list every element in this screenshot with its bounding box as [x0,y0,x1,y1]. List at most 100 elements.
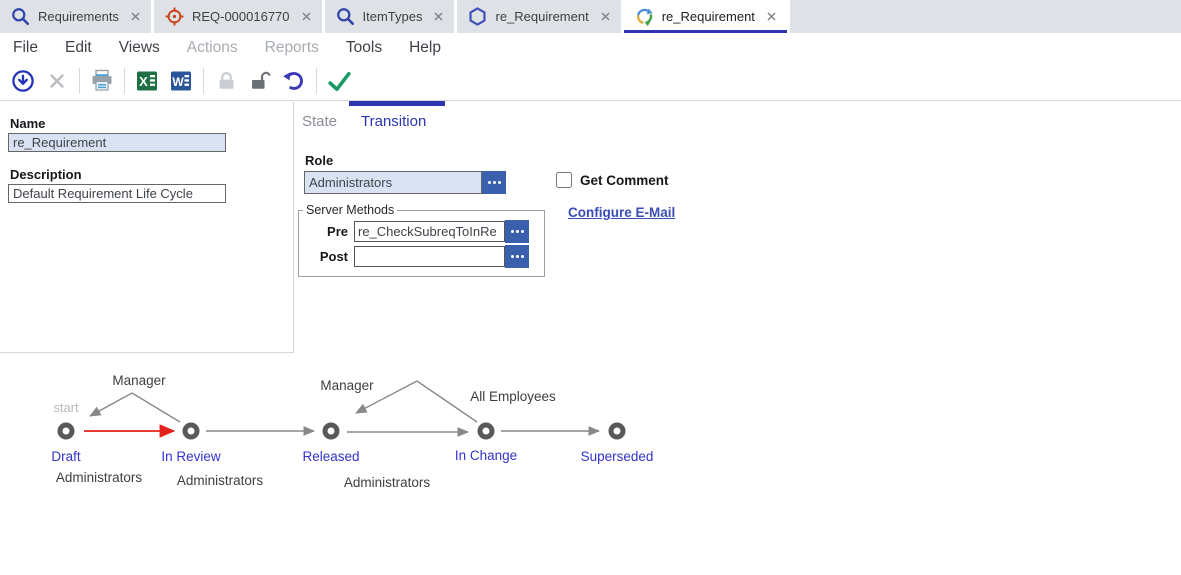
transition-tab-indicator [349,101,445,106]
unlock-icon [248,69,273,94]
state-node-inchange[interactable] [480,425,492,437]
role-picker-button[interactable] [482,171,506,194]
print-icon [89,68,115,94]
role-field-row [304,171,506,194]
transition-label-manager-2: Manager [320,378,374,393]
svg-text:W: W [172,75,184,89]
state-role-released: Administrators [344,475,431,490]
menu-help[interactable]: Help [409,39,441,57]
search-icon [10,6,31,27]
svg-text:X: X [139,74,148,89]
ellipsis-icon [511,230,524,233]
menu-edit[interactable]: Edit [65,39,92,57]
hexagon-icon [467,6,488,27]
state-label-draft: Draft [51,449,81,464]
cancel-icon [47,71,67,91]
undo-button[interactable] [277,66,311,96]
excel-icon: X [135,69,159,93]
done-icon [326,68,353,95]
post-method-row: Post [299,245,540,268]
toolbar-separator [79,68,80,94]
tab-strip-empty-space [790,0,1181,33]
tab-label: ItemTypes [363,9,423,24]
post-label: Post [299,249,354,264]
target-icon [164,6,185,27]
done-button[interactable] [322,66,356,96]
tab-label: re_Requirement [662,9,755,24]
state-label-inreview: In Review [161,449,221,464]
lock-icon [214,69,239,94]
export-excel-button[interactable]: X [130,66,164,96]
lifecycle-icon [634,6,655,27]
pre-label: Pre [299,224,354,239]
state-node-superseded[interactable] [611,425,623,437]
state-node-inreview[interactable] [185,425,197,437]
pre-method-input[interactable] [354,221,505,242]
state-node-released[interactable] [325,425,337,437]
toolbar-separator [203,68,204,94]
tab-re-requirement-lifecycle[interactable]: re_Requirement [624,0,790,33]
description-input[interactable] [8,184,226,203]
search-icon [335,6,356,27]
tab-label: REQ-000016770 [192,9,290,24]
toolbar-separator [124,68,125,94]
transition-label-all-employees: All Employees [470,389,556,404]
state-label-released: Released [302,449,359,464]
ellipsis-icon [488,181,501,184]
menu-file[interactable]: File [13,39,38,57]
get-comment-row: Get Comment [556,172,669,188]
name-label: Name [10,116,45,131]
transition-inchange-to-released[interactable] [356,381,477,422]
word-icon: W [169,69,193,93]
undo-icon [281,68,307,94]
state-label-inchange: In Change [455,448,517,463]
name-input[interactable] [8,133,226,152]
tab-itemtypes[interactable]: ItemTypes [325,0,458,33]
role-input[interactable] [304,171,482,194]
get-comment-checkbox[interactable] [556,172,572,188]
server-methods-group: Server Methods Pre Post [298,203,545,277]
export-word-button[interactable]: W [164,66,198,96]
get-comment-label: Get Comment [580,173,669,188]
close-icon[interactable] [765,10,778,23]
pre-method-picker-button[interactable] [505,220,529,243]
menu-reports: Reports [265,39,319,57]
close-icon[interactable] [432,10,445,23]
tab-requirements[interactable]: Requirements [0,0,154,33]
close-icon[interactable] [599,10,612,23]
state-label-superseded: Superseded [581,449,654,464]
ellipsis-icon [511,255,524,258]
tab-label: re_Requirement [495,9,588,24]
print-button[interactable] [85,66,119,96]
toolbar: X W [0,62,1181,101]
post-method-picker-button[interactable] [505,245,529,268]
state-node-draft[interactable] [60,425,72,437]
close-icon[interactable] [129,10,142,23]
state-role-draft: Administrators [56,470,143,485]
close-icon[interactable] [300,10,313,23]
tab-transition[interactable]: Transition [361,113,426,130]
state-role-inreview: Administrators [177,473,264,488]
tab-label: Requirements [38,9,119,24]
apply-icon [10,68,36,94]
menu-views[interactable]: Views [119,39,160,57]
apply-button[interactable] [6,66,40,96]
pre-method-row: Pre [299,220,540,243]
toolbar-separator [316,68,317,94]
description-label: Description [10,167,82,182]
tab-req-000016770[interactable]: REQ-000016770 [154,0,325,33]
tab-re-requirement-itemtype[interactable]: re_Requirement [457,0,623,33]
tab-state[interactable]: State [302,113,337,130]
transition-label-manager-1: Manager [112,373,166,388]
cancel-button [40,66,74,96]
tab-strip: Requirements REQ-000016770 ItemTypes re_… [0,0,1181,33]
lock-button [209,66,243,96]
server-methods-legend: Server Methods [303,203,397,217]
lifecycle-properties-pane: Name Description [0,102,294,353]
configure-email-link[interactable]: Configure E-Mail [568,205,675,220]
transition-inreview-to-draft[interactable] [90,393,180,422]
unlock-button[interactable] [243,66,277,96]
menu-tools[interactable]: Tools [346,39,382,57]
post-method-input[interactable] [354,246,505,267]
lifecycle-map: start Manager Manager All Employees Draf… [0,360,720,510]
